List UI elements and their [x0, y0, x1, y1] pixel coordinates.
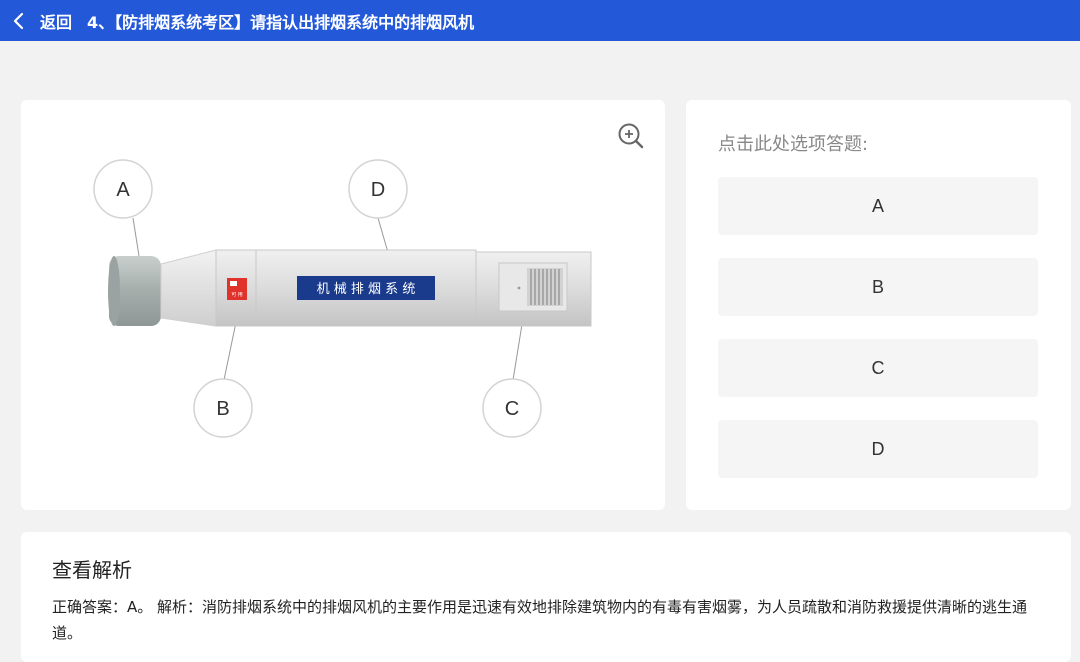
- option-d-button[interactable]: D: [718, 420, 1038, 478]
- leader-line-c: [512, 311, 525, 381]
- analysis-toggle[interactable]: 查看解析: [52, 554, 132, 583]
- svg-text:A: A: [116, 179, 130, 201]
- leader-line-d: [377, 217, 397, 281]
- label-d: D: [348, 159, 408, 219]
- question-image-card: 可 用 机 械 排 烟 系 统 A D B C: [21, 100, 665, 510]
- page-title: 4、【防排烟系统考区】请指认出排烟系统中的排烟风机: [87, 12, 475, 32]
- label-c: C: [482, 378, 542, 438]
- svg-text:C: C: [505, 398, 519, 420]
- leader-line-b: [223, 297, 242, 381]
- chevron-left-icon: [13, 12, 24, 29]
- svg-text:B: B: [216, 398, 229, 420]
- duct-section-3: [475, 251, 592, 327]
- leader-line-a: [132, 217, 140, 257]
- smoke-exhaust-diagram: 可 用 机 械 排 烟 系 统 A D B C: [93, 159, 592, 438]
- options-hint: 点击此处选项答题:: [718, 134, 869, 155]
- option-c-button[interactable]: C: [718, 339, 1038, 397]
- exhaust-fan-cylinder: [108, 256, 161, 326]
- air-grille: [498, 262, 568, 312]
- red-status-tag: 可 用: [227, 278, 247, 300]
- analysis-text: 正确答案：A。 解析：消防排烟系统中的排烟风机的主要作用是迅速有效地排除建筑物内…: [52, 598, 1028, 642]
- option-a-button[interactable]: A: [718, 177, 1038, 235]
- duct-section-1: [215, 249, 257, 327]
- zoom-in-icon[interactable]: [617, 122, 645, 150]
- back-button[interactable]: 返回: [10, 9, 72, 33]
- system-sign-text: 机 械 排 烟 系 统: [317, 282, 416, 297]
- back-label: 返回: [40, 12, 73, 32]
- duct-transition: [160, 249, 217, 327]
- answer-options-card: 点击此处选项答题: A B C D: [686, 100, 1071, 510]
- duct-section-2: [255, 249, 477, 327]
- top-bar: 返回 4、【防排烟系统考区】请指认出排烟系统中的排烟风机: [0, 0, 1080, 41]
- tag-text: 可 用: [231, 292, 243, 298]
- option-b-button[interactable]: B: [718, 258, 1038, 316]
- system-sign-bg: [297, 276, 435, 300]
- analysis-card: 查看解析 正确答案：A。 解析：消防排烟系统中的排烟风机的主要作用是迅速有效地排…: [21, 532, 1071, 662]
- label-a: A: [93, 159, 153, 219]
- label-b: B: [193, 378, 253, 438]
- svg-text:D: D: [371, 179, 385, 201]
